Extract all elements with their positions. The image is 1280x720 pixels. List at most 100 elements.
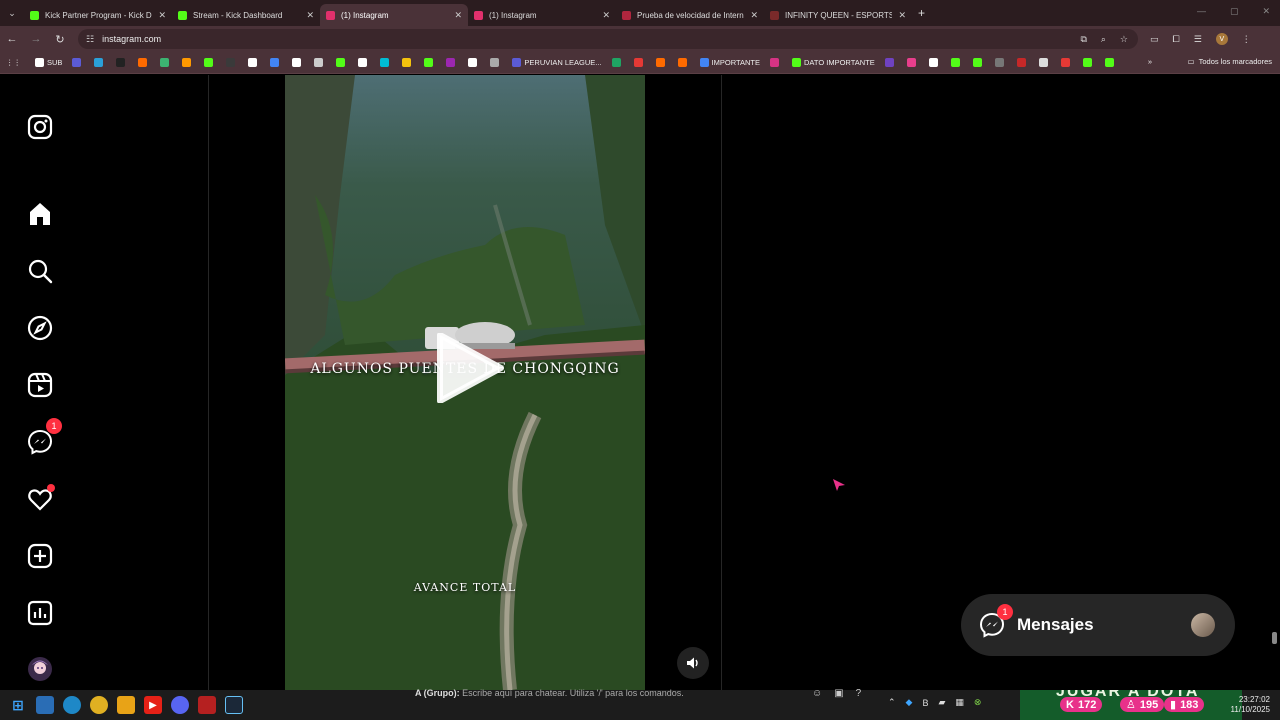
scrollbar-thumb[interactable]: [1272, 632, 1277, 644]
bookmark-item[interactable]: SUB: [35, 58, 62, 67]
emoji-icon[interactable]: ☺: [812, 688, 822, 699]
bookmark-item[interactable]: [1060, 58, 1073, 67]
help-icon[interactable]: ?: [856, 688, 862, 699]
dashboard-icon[interactable]: [26, 599, 54, 627]
bookmark-item[interactable]: PERUVIAN LEAGUE...: [512, 58, 602, 67]
bookmark-item[interactable]: [292, 58, 304, 67]
chrome-icon[interactable]: [90, 696, 108, 714]
browser-tab[interactable]: INFINITY QUEEN - ESPORTS FEMENINO ✕: [764, 4, 912, 26]
bookmark-item[interactable]: [1104, 58, 1117, 67]
profile-avatar[interactable]: [26, 655, 54, 683]
game-chat-input[interactable]: A (Grupo): Escribe aquí para chatear. Ut…: [415, 688, 684, 698]
address-bar[interactable]: ☷ instagram.com ⧉ ⌕ ☆: [78, 29, 1138, 49]
close-window-icon[interactable]: ✕: [1262, 6, 1270, 17]
bookmark-item[interactable]: [928, 58, 941, 67]
browser-tab[interactable]: (1) Instagram ✕: [320, 4, 468, 26]
profile-avatar-button[interactable]: V: [1215, 33, 1228, 45]
bookmark-item[interactable]: [490, 58, 502, 67]
open-in-app-icon[interactable]: ⧉: [1080, 34, 1086, 45]
browser-tab[interactable]: Kick Partner Program - Kick Dashboard ✕: [24, 4, 172, 26]
extensions-icon[interactable]: ⧠: [1173, 34, 1180, 45]
bookmark-item[interactable]: [446, 58, 458, 67]
discord-icon[interactable]: [171, 696, 189, 714]
all-bookmarks-button[interactable]: ▭ Todos los marcadores: [1188, 57, 1272, 66]
bookmark-item[interactable]: [950, 58, 963, 67]
bookmark-item[interactable]: DATO IMPORTANTE: [792, 58, 875, 67]
xbox-icon[interactable]: ⊗: [974, 697, 982, 708]
bookmark-item[interactable]: [314, 58, 326, 67]
tab-close-icon[interactable]: ✕: [306, 10, 314, 21]
folder-icon[interactable]: [117, 696, 135, 714]
bookmark-item[interactable]: [336, 58, 348, 67]
bookmark-item[interactable]: IMPORTANTE: [699, 58, 760, 67]
messages-button[interactable]: 1 Mensajes: [961, 594, 1235, 656]
bookmark-item[interactable]: [633, 58, 646, 67]
bookmark-item[interactable]: [906, 58, 919, 67]
bookmark-item[interactable]: [1082, 58, 1095, 67]
bookmark-item[interactable]: [116, 58, 128, 67]
bookmark-item[interactable]: [72, 58, 84, 67]
bookmark-item[interactable]: [770, 58, 782, 67]
browser-tab[interactable]: (1) Instagram ✕: [468, 4, 616, 26]
tray-app-icon[interactable]: ▦: [955, 697, 964, 708]
bookmark-item[interactable]: [402, 58, 414, 67]
bookmark-item[interactable]: [138, 58, 150, 67]
bookmark-item[interactable]: [182, 58, 194, 67]
apps-grid-icon[interactable]: ⋮⋮: [6, 58, 21, 67]
search-icon[interactable]: [26, 257, 54, 285]
notifications-icon[interactable]: [26, 484, 55, 513]
bookmark-item[interactable]: [424, 58, 436, 67]
tray-app-icon[interactable]: B: [922, 698, 928, 708]
new-tab-button[interactable]: +: [918, 6, 925, 20]
bookmark-item[interactable]: [468, 58, 480, 67]
site-info-icon[interactable]: ☷: [86, 34, 94, 45]
youtube-icon[interactable]: ▶: [144, 696, 162, 714]
file-manager-icon[interactable]: [36, 696, 54, 714]
bookmark-item[interactable]: [655, 58, 668, 67]
bookmark-item[interactable]: [270, 58, 282, 67]
system-clock[interactable]: 23:27:02 11/10/2025: [1226, 695, 1270, 715]
minimize-icon[interactable]: —: [1197, 6, 1206, 17]
tray-app-icon[interactable]: ▰: [938, 697, 945, 708]
reel-video[interactable]: ALGUNOS PUENTES DE CHONGQING AVANCE TOTA…: [285, 75, 645, 690]
menu-kebab-icon[interactable]: ⋮: [1242, 34, 1251, 45]
explore-icon[interactable]: [26, 314, 54, 342]
tab-close-icon[interactable]: ✕: [898, 10, 906, 21]
play-icon[interactable]: [435, 332, 505, 404]
steam-icon[interactable]: [225, 696, 243, 714]
windows-start-icon[interactable]: ⊞: [9, 696, 27, 714]
bookmark-item[interactable]: [1016, 58, 1029, 67]
bookmark-item[interactable]: [972, 58, 985, 67]
volume-icon[interactable]: [677, 647, 709, 679]
bookmark-star-icon[interactable]: ☆: [1120, 34, 1128, 45]
bookmark-item[interactable]: [248, 58, 260, 67]
bookmark-item[interactable]: [994, 58, 1007, 67]
bookmark-item[interactable]: [226, 58, 238, 67]
tab-search-dropdown-icon[interactable]: ⌄: [0, 0, 24, 26]
zoom-icon[interactable]: ⌕: [1101, 34, 1106, 45]
cast-icon[interactable]: ▭: [1150, 34, 1159, 45]
screenshot-icon[interactable]: ▣: [834, 688, 843, 699]
bookmark-item[interactable]: [94, 58, 106, 67]
reload-icon[interactable]: ↻: [48, 33, 72, 46]
bookmark-item[interactable]: [1038, 58, 1051, 67]
bookmark-item[interactable]: [884, 58, 897, 67]
bookmarks-overflow-icon[interactable]: »: [1148, 57, 1152, 66]
bookmark-item[interactable]: [380, 58, 392, 67]
forward-icon[interactable]: →: [24, 33, 48, 45]
browser-tab[interactable]: Stream - Kick Dashboard ✕: [172, 4, 320, 26]
side-panel-icon[interactable]: ☰: [1194, 34, 1202, 45]
tab-close-icon[interactable]: ✕: [454, 10, 462, 21]
bookmark-item[interactable]: [204, 58, 216, 67]
back-icon[interactable]: ←: [0, 33, 24, 45]
edge-icon[interactable]: [63, 696, 81, 714]
reels-icon[interactable]: [26, 371, 54, 399]
dota-icon[interactable]: [198, 696, 216, 714]
tray-chevron-icon[interactable]: ⌃: [888, 697, 896, 708]
bookmark-item[interactable]: [160, 58, 172, 67]
messenger-icon[interactable]: 1: [26, 418, 62, 456]
tab-close-icon[interactable]: ✕: [158, 10, 166, 21]
tab-close-icon[interactable]: ✕: [750, 10, 758, 21]
tray-app-icon[interactable]: ◆: [906, 697, 913, 708]
bookmark-item[interactable]: [611, 58, 624, 67]
